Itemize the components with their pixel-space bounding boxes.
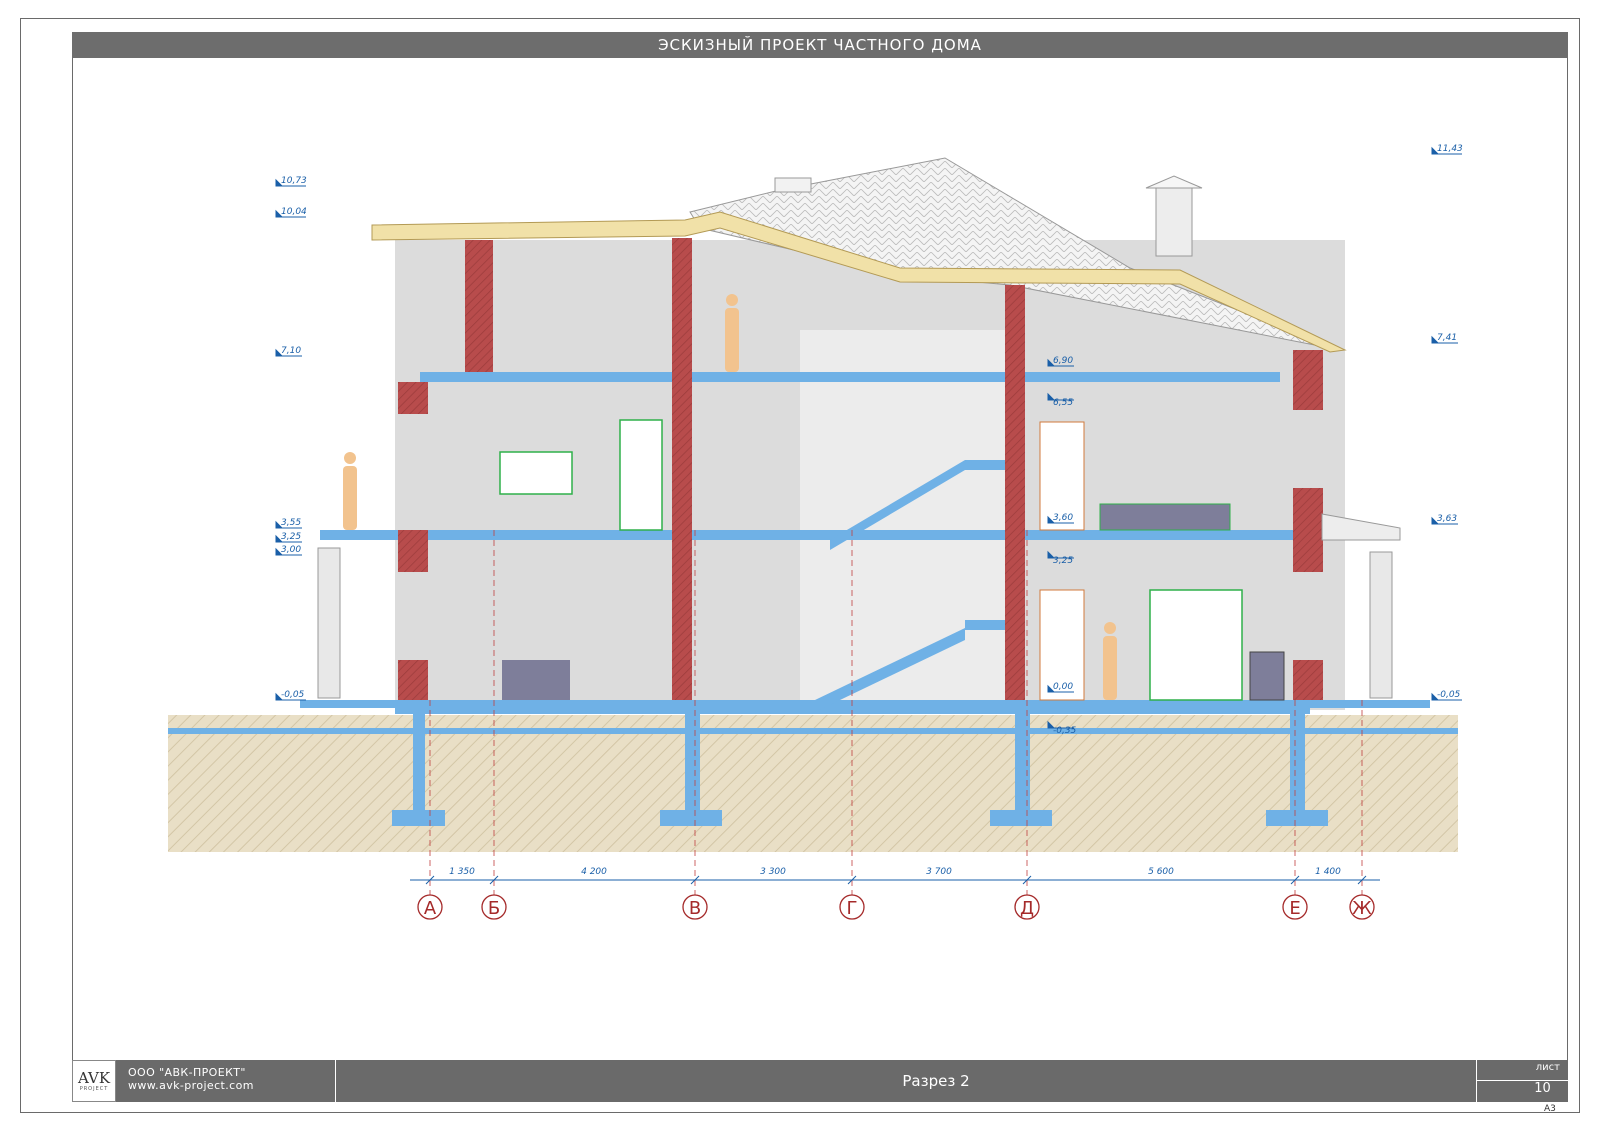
level-minus-0-05-right: -0,05: [1437, 690, 1461, 700]
terrace-right: [1310, 700, 1430, 708]
level-markers-right: [1431, 146, 1462, 701]
porch-roof-right: [1321, 513, 1401, 541]
dim-3: 3 300: [760, 867, 786, 877]
axis-label-e: Е: [1289, 898, 1300, 919]
level-0-00: 0,00: [1053, 682, 1073, 692]
wall-e-1: [1293, 350, 1323, 410]
chimney-right: [1155, 187, 1193, 257]
sofa-1f: [502, 660, 570, 700]
wall-a-2: [398, 660, 428, 700]
wall-a-3: [398, 382, 428, 414]
section-drawing: 1 350 4 200 3 300 3 700 5 600 1 400 А Б …: [168, 144, 1463, 920]
terrace-left: [300, 700, 400, 708]
level-3-00: 3,00: [281, 545, 301, 555]
dim-1: 1 350: [449, 867, 475, 877]
level-10-73: 10,73: [281, 176, 307, 186]
wall-v: [672, 238, 692, 700]
dim-2: 4 200: [581, 867, 607, 877]
level-3-25-inner: 3,25: [1053, 556, 1073, 566]
dim-6: 1 400: [1315, 867, 1341, 877]
ground-fill: [168, 715, 1458, 852]
sheet-name: Разрез 2: [902, 1072, 970, 1090]
title-block: AVK PROJECT ООО "АВК-ПРОЕКТ" www.avk-pro…: [72, 1060, 1568, 1102]
sheet-number-label: лист: [1535, 1062, 1560, 1073]
company-logo: AVK PROJECT: [72, 1060, 116, 1102]
dim-4: 3 700: [926, 867, 952, 877]
sheet-number: 10: [1477, 1080, 1568, 1100]
paper-format: А3: [1544, 1104, 1556, 1114]
wall-e-3: [1293, 660, 1323, 700]
interior-light-zone: [800, 330, 1010, 710]
level-7-10: 7,10: [281, 346, 301, 356]
chimney-right-cap: [1145, 175, 1203, 189]
stair-landing-1: [965, 620, 1005, 630]
wall-b-top: [465, 240, 493, 372]
level-3-63: 3,63: [1437, 514, 1457, 524]
level-6-90: 6,90: [1053, 356, 1073, 366]
slab-first: [395, 700, 1310, 714]
axis-label-g: Г: [847, 898, 858, 919]
slab-second: [320, 530, 1305, 540]
chimney-left: [774, 177, 812, 193]
cabinet-1f: [1249, 651, 1285, 701]
level-6-55: 6,55: [1053, 398, 1073, 408]
axis-label-b: Б: [488, 898, 500, 919]
wall-d: [1005, 285, 1025, 700]
wall-e-2: [1293, 488, 1323, 572]
level-10-04: 10,04: [281, 207, 307, 217]
level-minus-0-05-left: -0,05: [281, 690, 305, 700]
logo-subtext: PROJECT: [79, 1085, 109, 1092]
slab-attic: [420, 372, 1280, 382]
column-left: [317, 547, 341, 699]
wardrobe-2f: [619, 419, 663, 531]
logo-text: AVK: [77, 1068, 111, 1087]
level-markers-left: [275, 178, 306, 701]
bed-2f: [1099, 503, 1231, 531]
column-right: [1369, 551, 1393, 699]
axis-label-zh: Ж: [1352, 898, 1372, 919]
level-3-55: 3,55: [281, 518, 301, 528]
dimension-line: [410, 875, 1380, 885]
dim-5: 5 600: [1148, 867, 1174, 877]
company-website: www.avk-project.com: [128, 1079, 254, 1092]
axis-label-a: А: [424, 898, 437, 919]
shelving-1f: [1149, 589, 1243, 701]
company-info: ООО "АВК-ПРОЕКТ" www.avk-project.com: [116, 1060, 336, 1102]
level-3-25: 3,25: [281, 532, 301, 542]
company-name: ООО "АВК-ПРОЕКТ": [128, 1066, 246, 1079]
level-3-60: 3,60: [1053, 513, 1073, 523]
level-7-41: 7,41: [1437, 333, 1457, 343]
site-slab: [168, 728, 1458, 734]
level-11-43: 11,43: [1437, 144, 1463, 154]
human-figure-terrace: [343, 452, 357, 530]
sheet-number-box: лист 10: [1476, 1060, 1568, 1102]
level-minus-0-35: -0,35: [1053, 726, 1077, 736]
wall-a-1: [398, 530, 428, 572]
axis-label-d: Д: [1020, 898, 1034, 919]
tv-2f: [499, 451, 573, 495]
axis-label-v: В: [689, 898, 701, 919]
